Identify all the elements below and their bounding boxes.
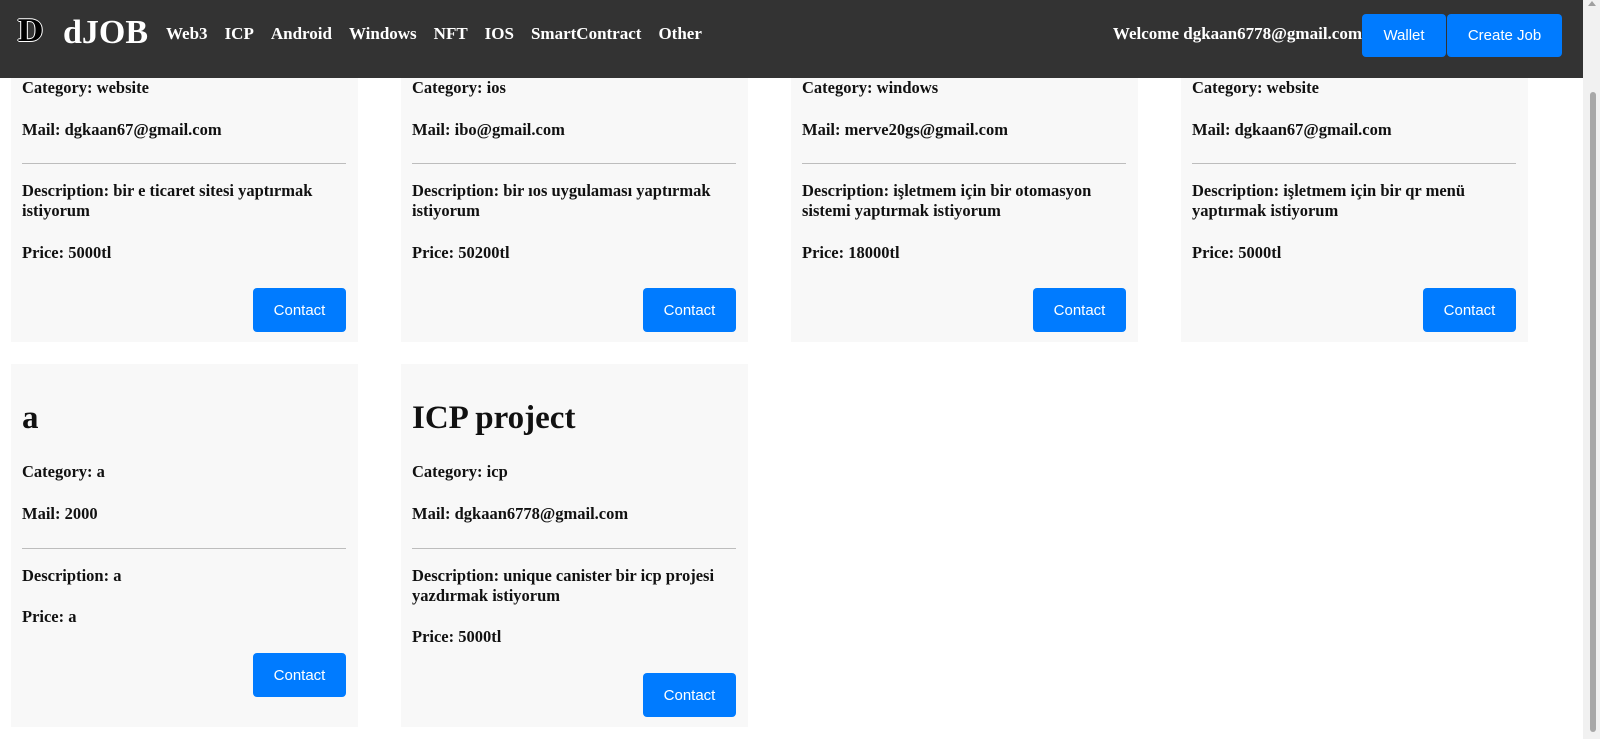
category-nav: Web3 ICP Android Windows NFT IOS SmartCo… <box>166 24 719 44</box>
contact-button[interactable]: Contact <box>643 288 736 332</box>
nav-link-other[interactable]: Other <box>658 24 701 44</box>
job-mail: Mail: 2000 <box>22 504 98 523</box>
job-description: Description: a <box>22 566 122 585</box>
nav-link-android[interactable]: Android <box>271 24 332 44</box>
contact-button[interactable]: Contact <box>253 653 346 697</box>
job-price: Price: 5000tl <box>22 243 112 262</box>
job-description: Description: bir e ticaret sitesi yaptır… <box>22 181 313 220</box>
card-divider <box>22 163 346 164</box>
job-card: Category: website Mail: dgkaan67@gmail.c… <box>11 40 358 342</box>
job-mail: Mail: ibo@gmail.com <box>412 120 565 139</box>
nav-link-icp[interactable]: ICP <box>225 24 254 44</box>
job-title: a <box>22 400 39 436</box>
brand-name[interactable]: dJOB <box>63 14 148 52</box>
job-description: Description: işletmem için bir otomasyon… <box>802 181 1092 220</box>
job-description: Description: unique canister bir icp pro… <box>412 566 715 605</box>
job-category: Category: website <box>22 78 149 97</box>
job-price: Price: 5000tl <box>412 627 502 646</box>
job-category: Category: windows <box>802 78 939 97</box>
job-card: Category: website Mail: dgkaan67@gmail.c… <box>1181 40 1528 342</box>
card-divider <box>412 548 736 549</box>
job-category: Category: ios <box>412 78 506 97</box>
job-mail: Mail: dgkaan67@gmail.com <box>1192 120 1392 139</box>
job-card: Category: windows Mail: merve20gs@gmail.… <box>791 40 1138 342</box>
page-scrollbar[interactable] <box>1583 0 1600 739</box>
card-divider <box>802 163 1126 164</box>
job-description: Description: bir ıos uygulaması yaptırma… <box>412 181 711 220</box>
contact-button[interactable]: Contact <box>1033 288 1126 332</box>
job-description: Description: işletmem için bir qr menü y… <box>1192 181 1465 220</box>
create-job-button[interactable]: Create Job <box>1447 14 1562 57</box>
job-category: Category: a <box>22 462 105 481</box>
scroll-thumb[interactable] <box>1590 92 1596 732</box>
contact-button[interactable]: Contact <box>1423 288 1516 332</box>
job-card: a Category: a Mail: 2000 Description: a … <box>11 364 358 727</box>
job-mail: Mail: merve20gs@gmail.com <box>802 120 1008 139</box>
job-price: Price: 18000tl <box>802 243 900 262</box>
job-price: Price: a <box>22 607 77 626</box>
nav-link-nft[interactable]: NFT <box>434 24 468 44</box>
job-price: Price: 5000tl <box>1192 243 1282 262</box>
nav-link-web3[interactable]: Web3 <box>166 24 208 44</box>
logo-icon[interactable]: D <box>17 14 43 49</box>
card-divider <box>412 163 736 164</box>
card-divider <box>1192 163 1516 164</box>
scroll-up-arrow-icon[interactable] <box>1588 1 1596 6</box>
job-title: ICP project <box>412 400 576 436</box>
card-divider <box>22 548 346 549</box>
wallet-button[interactable]: Wallet <box>1362 14 1446 57</box>
job-price: Price: 50200tl <box>412 243 510 262</box>
top-navbar: D dJOB Web3 ICP Android Windows NFT IOS … <box>0 0 1583 78</box>
nav-link-windows[interactable]: Windows <box>349 24 417 44</box>
contact-button[interactable]: Contact <box>253 288 346 332</box>
nav-link-ios[interactable]: IOS <box>485 24 514 44</box>
job-category: Category: website <box>1192 78 1319 97</box>
job-category: Category: icp <box>412 462 508 481</box>
job-mail: Mail: dgkaan67@gmail.com <box>22 120 222 139</box>
job-card: Category: ios Mail: ibo@gmail.com Descri… <box>401 40 748 342</box>
job-card: ICP project Category: icp Mail: dgkaan67… <box>401 364 748 727</box>
contact-button[interactable]: Contact <box>643 673 736 717</box>
welcome-text: Welcome dgkaan6778@gmail.com <box>1112 24 1362 43</box>
nav-link-smartcontract[interactable]: SmartContract <box>531 24 641 44</box>
job-mail: Mail: dgkaan6778@gmail.com <box>412 504 629 523</box>
